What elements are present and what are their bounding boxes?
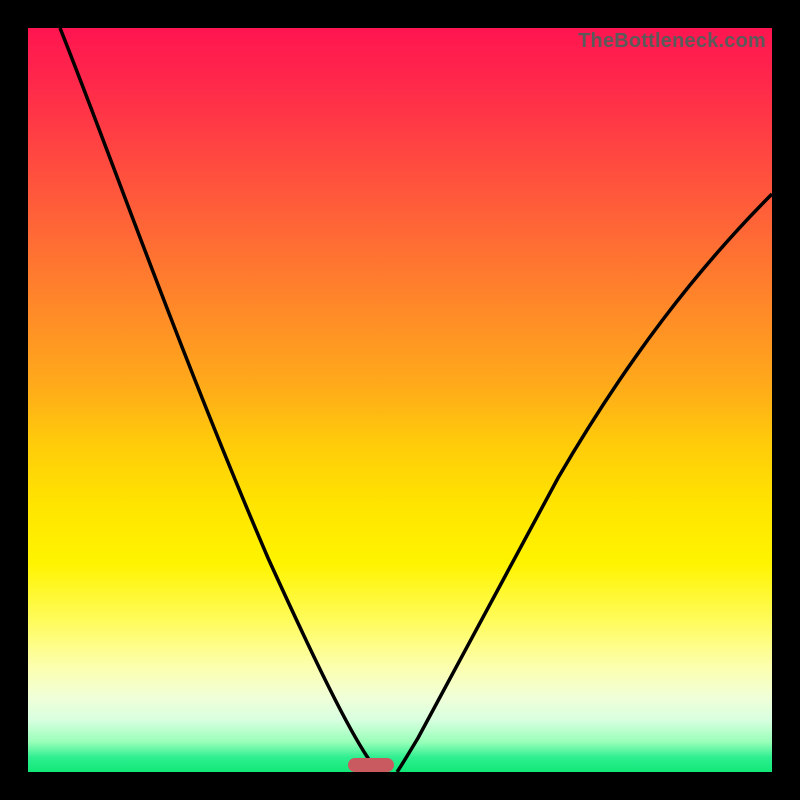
chart-frame — [0, 0, 800, 800]
watermark-text: TheBottleneck.com — [578, 30, 766, 53]
